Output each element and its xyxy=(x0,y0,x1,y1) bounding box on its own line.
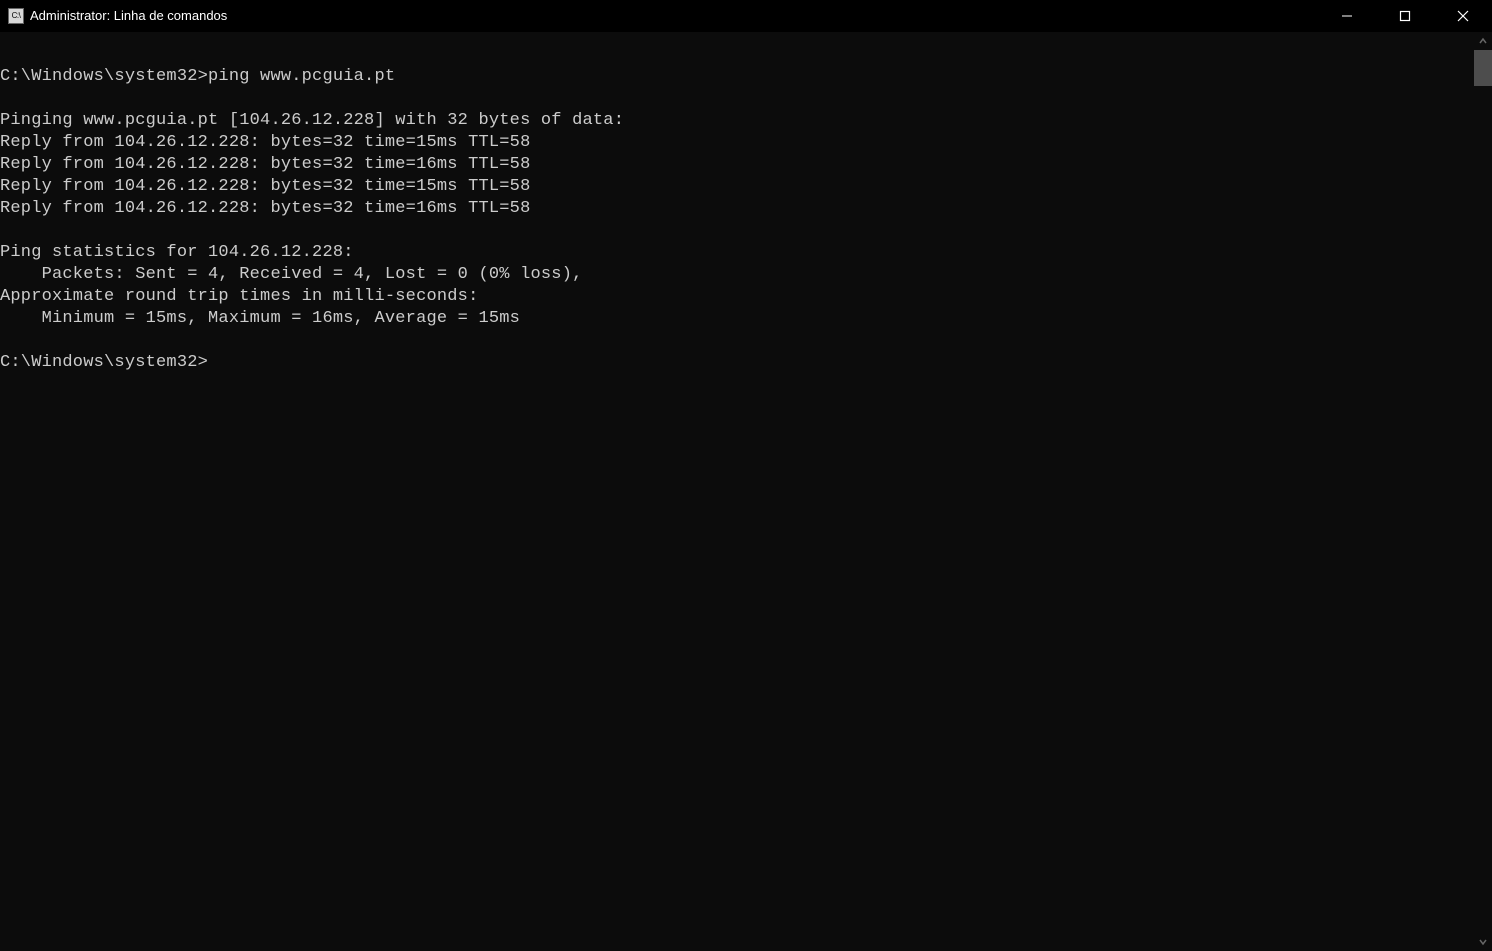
scrollbar-track[interactable] xyxy=(1474,32,1492,951)
titlebar: C:\ Administrator: Linha de comandos xyxy=(0,0,1492,32)
close-icon xyxy=(1457,10,1469,22)
chevron-down-icon xyxy=(1478,937,1488,947)
scrollbar-thumb[interactable] xyxy=(1474,50,1492,86)
titlebar-left: C:\ Administrator: Linha de comandos xyxy=(8,8,227,24)
close-button[interactable] xyxy=(1434,0,1492,32)
maximize-button[interactable] xyxy=(1376,0,1434,32)
window-title: Administrator: Linha de comandos xyxy=(30,8,227,23)
scroll-down-arrow[interactable] xyxy=(1474,933,1492,951)
terminal-area[interactable]: C:\Windows\system32>ping www.pcguia.pt P… xyxy=(0,32,1492,951)
minimize-icon xyxy=(1341,10,1353,22)
cmd-icon: C:\ xyxy=(8,8,24,24)
maximize-icon xyxy=(1399,10,1411,22)
scroll-up-arrow[interactable] xyxy=(1474,32,1492,50)
chevron-up-icon xyxy=(1478,36,1488,46)
minimize-button[interactable] xyxy=(1318,0,1376,32)
terminal-output: C:\Windows\system32>ping www.pcguia.pt P… xyxy=(0,32,1492,374)
window-controls xyxy=(1318,0,1492,31)
